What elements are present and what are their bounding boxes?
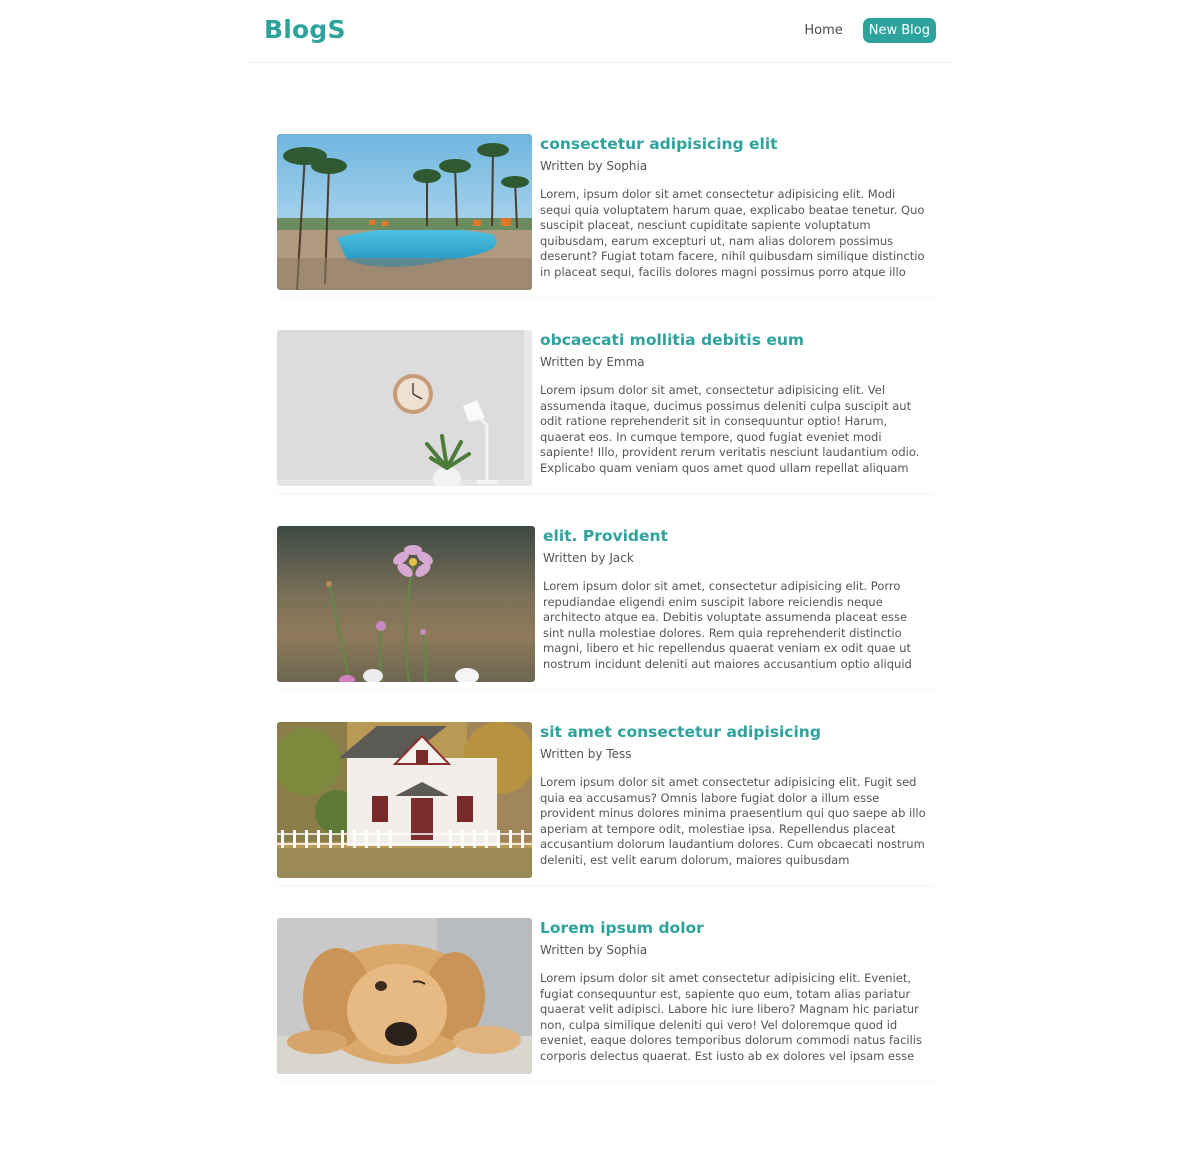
blog-author: Written by Sophia [540, 943, 648, 957]
blog-body: Lorem ipsum dolor sit amet, consectetur … [543, 579, 912, 671]
blog-list: consectetur adipisicing elit Written by … [276, 134, 936, 1114]
pink-flower-image[interactable] [277, 526, 535, 682]
blog-title[interactable]: sit amet consectetur adipisicing [540, 722, 926, 742]
blog-title[interactable]: elit. Provident [543, 526, 929, 546]
brand-logo[interactable]: BlogS [264, 15, 346, 44]
blog-author: Written by Tess [540, 747, 632, 761]
blog-title[interactable]: obcaecati mollitia debitis eum [540, 330, 926, 350]
blog-body: Lorem ipsum dolor sit amet, consectetur … [540, 383, 920, 475]
nav-home-link[interactable]: Home [798, 19, 848, 42]
blog-content: sit amet consectetur adipisicing Written… [540, 722, 926, 869]
blog-content: consectetur adipisicing elit Written by … [540, 134, 926, 281]
clock-lamp-image[interactable] [277, 330, 532, 486]
blog-author: Written by Emma [540, 355, 645, 369]
blog-content: obcaecati mollitia debitis eum Written b… [540, 330, 926, 477]
blog-preview[interactable]: sit amet consectetur adipisicing Written… [276, 722, 936, 884]
blog-preview[interactable]: consectetur adipisicing elit Written by … [276, 134, 936, 296]
blog-body: Lorem ipsum dolor sit amet consectetur a… [540, 775, 926, 867]
blog-content: Lorem ipsum dolor Written by Sophia Lore… [540, 918, 926, 1065]
blog-preview[interactable]: Lorem ipsum dolor Written by Sophia Lore… [276, 918, 936, 1080]
blog-body: Lorem, ipsum dolor sit amet consectetur … [540, 187, 925, 279]
blog-author: Written by Sophia [540, 159, 648, 173]
blog-content: elit. Provident Written by Jack Lorem ip… [543, 526, 929, 673]
blog-title[interactable]: Lorem ipsum dolor [540, 918, 926, 938]
nav-links: Home New Blog [798, 18, 936, 43]
blog-body: Lorem ipsum dolor sit amet consectetur a… [540, 971, 922, 1063]
new-blog-button[interactable]: New Blog [862, 18, 936, 43]
puppy-image[interactable] [277, 918, 532, 1074]
blog-author: Written by Jack [543, 551, 634, 565]
blog-title[interactable]: consectetur adipisicing elit [540, 134, 926, 154]
blog-preview[interactable]: elit. Provident Written by Jack Lorem ip… [276, 526, 936, 688]
blog-preview[interactable]: obcaecati mollitia debitis eum Written b… [276, 330, 936, 492]
white-house-image[interactable] [277, 722, 532, 878]
navbar: BlogS Home New Blog [248, 0, 952, 63]
pool-resort-image[interactable] [277, 134, 532, 290]
